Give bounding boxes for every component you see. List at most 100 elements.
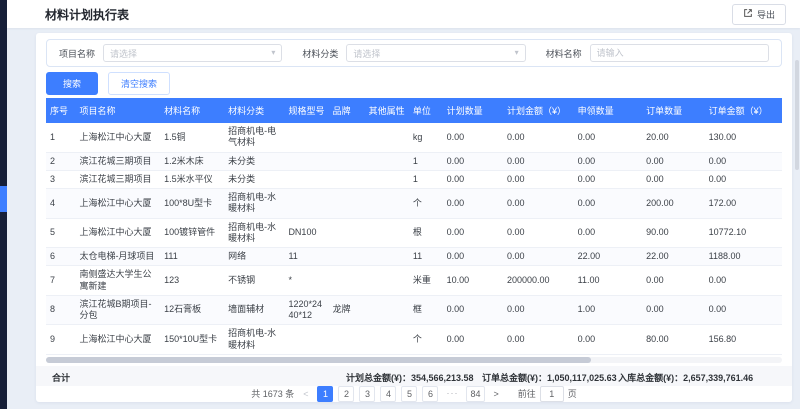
table-cell: 招商机电-水暖材料 (224, 218, 284, 248)
material-name-field[interactable] (590, 44, 769, 62)
table-cell: 上海松江中心大厦 (75, 189, 160, 219)
table-cell: 90.00 (642, 218, 705, 248)
table-cell: kg (409, 123, 443, 152)
table-cell: 太仓电梯-月球项目 (75, 248, 160, 266)
page-button[interactable]: 2 (338, 386, 354, 402)
table-cell: 172.00 (705, 189, 782, 219)
table-cell (365, 152, 409, 170)
goto-page: 前往 页 (518, 386, 577, 402)
table-row: 6太仓电梯-月球项目111网络11110.000.0022.0022.00118… (46, 248, 782, 266)
table-cell: 滨江花城三期项目 (75, 170, 160, 188)
column-header: 订单金额（¥） (705, 98, 782, 123)
horizontal-scrollbar-thumb[interactable] (46, 357, 591, 363)
project-name-label: 项目名称 (59, 47, 95, 60)
table-cell: 0.00 (642, 266, 705, 296)
table-cell: DN100 (284, 218, 328, 248)
filter-project: 项目名称 请选择 ▾ (59, 44, 282, 62)
table-cell: 1220*2440*12 (284, 295, 328, 325)
table-cell: 0.00 (443, 325, 503, 355)
table-cell: 个 (409, 189, 443, 219)
column-header: 序号 (46, 98, 75, 123)
table-cell: 0.00 (642, 170, 705, 188)
column-header: 计划金额（¥） (503, 98, 574, 123)
page-button[interactable]: 4 (380, 386, 396, 402)
total-row-label: 合计 (52, 371, 70, 384)
table-cell: 1 (409, 170, 443, 188)
page-ellipsis[interactable]: ··· (443, 386, 461, 402)
table-cell: 100*8U型卡 (160, 189, 224, 219)
table-cell: 滨江花城三期项目 (75, 152, 160, 170)
table-cell: 123 (160, 266, 224, 296)
table-cell: 0.00 (705, 295, 782, 325)
table-cell: 1.2米木床 (160, 152, 224, 170)
table-cell (365, 325, 409, 355)
column-header: 材料名称 (160, 98, 224, 123)
filter-category: 材料分类 请选择 ▾ (302, 44, 525, 62)
column-header: 项目名称 (75, 98, 160, 123)
table-cell: 111 (160, 248, 224, 266)
table-cell: 0.00 (503, 123, 574, 152)
column-header: 计划数量 (443, 98, 503, 123)
table-cell: 0.00 (642, 152, 705, 170)
export-icon (743, 8, 753, 20)
search-button[interactable]: 搜索 (46, 72, 98, 95)
table-cell: 未分类 (224, 152, 284, 170)
table-cell: 0.00 (503, 218, 574, 248)
goto-page-input[interactable] (540, 386, 564, 402)
table-row: 8滨江花城B期项目-分包12石膏板墙面辅材1220*2440*12龙牌框0.00… (46, 295, 782, 325)
table-cell (284, 170, 328, 188)
vertical-scrollbar-thumb[interactable] (795, 60, 799, 170)
table-cell (329, 189, 365, 219)
material-category-select[interactable]: 请选择 ▾ (346, 44, 525, 62)
table-cell: 20.00 (642, 123, 705, 152)
table-row: 7南侧盛达大学生公寓新建123不锈钢*米重10.00200000.0011.00… (46, 266, 782, 296)
inbound-total-amount: 入库总金额(¥)：2,657,339,761.46 (618, 371, 753, 384)
table-cell: 3 (46, 170, 75, 188)
table-cell: 5 (46, 218, 75, 248)
table-cell: 0.00 (503, 152, 574, 170)
horizontal-scrollbar[interactable] (46, 357, 782, 363)
filter-material: 材料名称 (546, 44, 769, 62)
table-cell: 墙面辅材 (224, 295, 284, 325)
project-name-select[interactable]: 请选择 ▾ (103, 44, 282, 62)
table-header-row: 序号项目名称材料名称材料分类规格型号品牌其他属性单位计划数量计划金额（¥）申领数… (46, 98, 782, 123)
table-cell: 0.00 (574, 170, 642, 188)
page-button[interactable]: 1 (317, 386, 333, 402)
table-cell (365, 266, 409, 296)
table-cell: 招商机电-水暖材料 (224, 325, 284, 355)
table-cell: 龙牌 (329, 295, 365, 325)
column-header: 申领数量 (574, 98, 642, 123)
sidebar-active-indicator[interactable] (0, 186, 7, 212)
table-cell: 200.00 (642, 189, 705, 219)
next-page-button[interactable]: > (491, 389, 502, 399)
table-cell: 0.00 (574, 123, 642, 152)
table-cell: 0.00 (705, 170, 782, 188)
table-cell: 网络 (224, 248, 284, 266)
table-cell: 0.00 (443, 295, 503, 325)
table-cell: 10772.10 (705, 218, 782, 248)
material-name-input[interactable] (597, 48, 762, 58)
export-button[interactable]: 导出 (732, 4, 786, 25)
table-cell: * (284, 266, 328, 296)
column-header: 品牌 (329, 98, 365, 123)
chevron-down-icon: ▾ (271, 49, 275, 57)
table-row: 4上海松江中心大厦100*8U型卡招商机电-水暖材料个0.000.000.002… (46, 189, 782, 219)
page-button[interactable]: 84 (466, 386, 484, 402)
table-cell: 1.5米水平仪 (160, 170, 224, 188)
table-cell (365, 248, 409, 266)
table-cell: 10.00 (443, 266, 503, 296)
table-cell (365, 170, 409, 188)
page-button[interactable]: 3 (359, 386, 375, 402)
page-button[interactable]: 6 (422, 386, 438, 402)
column-header: 单位 (409, 98, 443, 123)
pagination: 共 1673 条 < 123456···84 > 前往 页 (36, 386, 792, 402)
table-cell: 1 (46, 123, 75, 152)
column-header: 材料分类 (224, 98, 284, 123)
prev-page-button[interactable]: < (300, 389, 311, 399)
collapsed-sidebar[interactable] (0, 0, 7, 409)
clear-search-button[interactable]: 清空搜索 (108, 72, 170, 95)
table-cell: 0.00 (503, 325, 574, 355)
project-select-placeholder: 请选择 (110, 47, 271, 60)
page-button[interactable]: 5 (401, 386, 417, 402)
table-cell: 0.00 (443, 218, 503, 248)
